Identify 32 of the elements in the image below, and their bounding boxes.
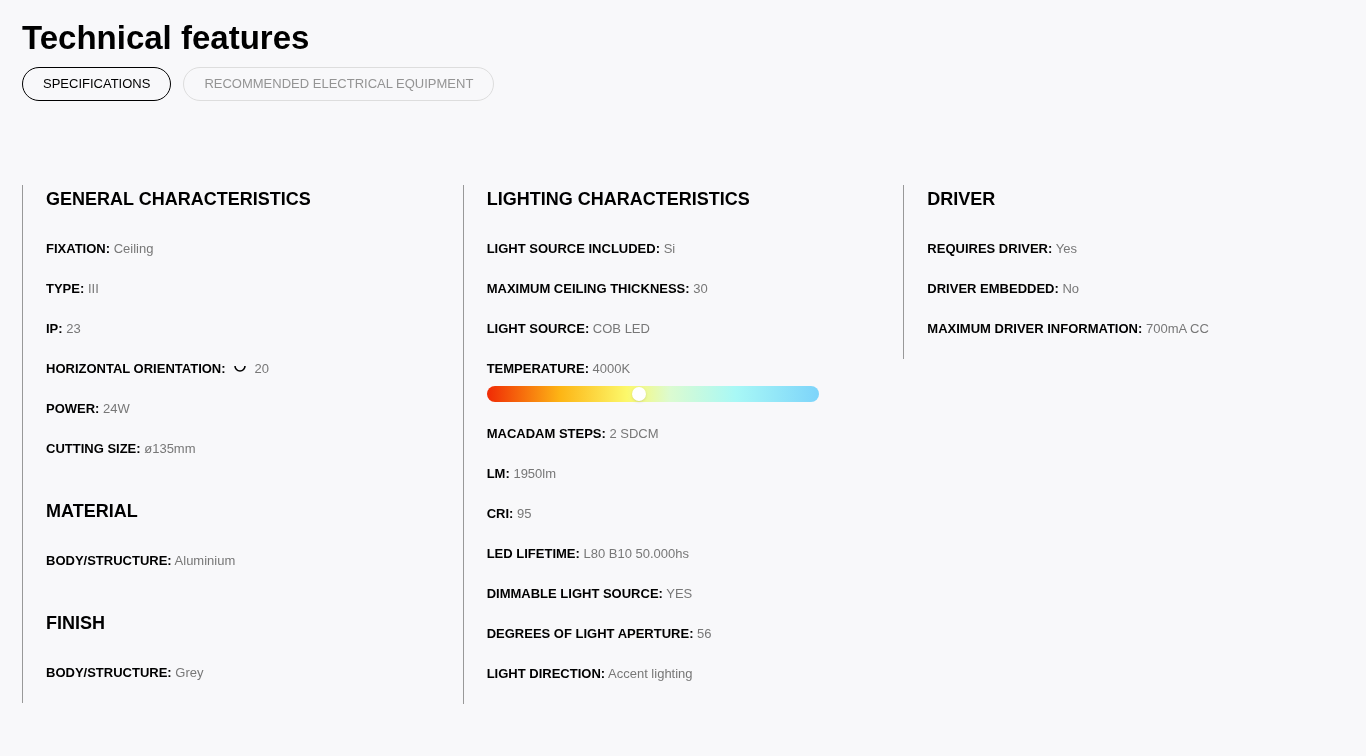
spec-text: MAXIMUM DRIVER INFORMATION: 700mA CC [927,320,1210,338]
spec-text: DIMMABLE LIGHT SOURCE: YES [486,585,694,603]
spec-text: DEGREES OF LIGHT APERTURE: 56 [486,625,713,643]
page-title: Technical features [22,18,311,58]
spec-text: TEMPERATURE: 4000K [486,360,632,378]
section-heading: DRIVER [927,188,997,211]
section-heading: FINISH [46,612,106,635]
spec-text: LIGHT DIRECTION: Accent lighting [486,665,694,683]
spec-text: POWER: 24W [46,400,131,418]
section-heading: MATERIAL [46,500,139,523]
spec-text: MAXIMUM CEILING THICKNESS: 30 [486,280,709,298]
spec-text: CUTTING SIZE: ø135mm [46,440,197,458]
spec-value: 20 [254,360,270,378]
slider-thumb[interactable] [632,387,647,401]
spec-text: LED LIFETIME: L80 B10 50.000hs [486,545,690,563]
spec-text: TYPE: III [46,280,100,298]
spec-label: HORIZONTAL ORIENTATION: [46,360,226,378]
spec-text: BODY/STRUCTURE: Aluminium [46,552,237,570]
spec-text: IP: 23 [46,320,82,338]
section-heading: GENERAL CHARACTERISTICS [46,188,312,211]
spec-text: LIGHT SOURCE INCLUDED: Si [486,240,677,258]
spec-text: LM: 1950lm [486,465,558,483]
spec-text: LIGHT SOURCE: COB LED [486,320,651,338]
spec-text: MACADAM STEPS: 2 SDCM [486,425,660,443]
spec-text: DRIVER EMBEDDED: No [927,280,1081,298]
spec-text: REQUIRES DRIVER: Yes [927,240,1078,258]
spec-text: BODY/STRUCTURE: Grey [46,664,205,682]
spec-text: CRI: 95 [486,505,533,523]
rotation-icon [232,364,247,374]
section-heading: LIGHTING CHARACTERISTICS [486,188,751,211]
temperature-slider[interactable] [486,386,819,402]
spec-text: FIXATION: Ceiling [46,240,155,258]
